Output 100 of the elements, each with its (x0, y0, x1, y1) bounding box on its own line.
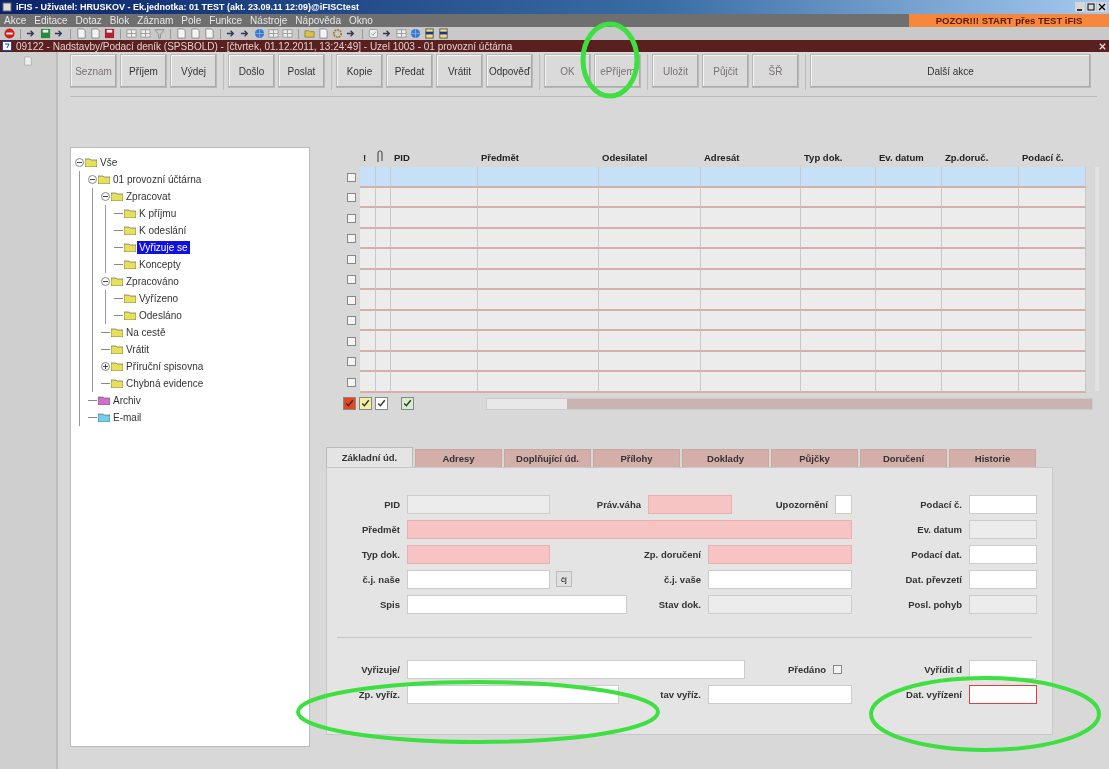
table-cell[interactable] (701, 290, 801, 311)
table-cell[interactable] (376, 208, 391, 229)
table-cell[interactable] (701, 187, 801, 208)
table-cell[interactable] (360, 351, 376, 372)
input-field[interactable] (407, 659, 745, 679)
scroll-bar[interactable] (486, 397, 1093, 410)
table-cell[interactable] (942, 331, 1019, 352)
table-cell[interactable] (1019, 269, 1086, 290)
table-cell[interactable] (391, 187, 478, 208)
table-cell[interactable] (376, 310, 391, 331)
tab[interactable]: Historie (949, 448, 1036, 467)
tree-item[interactable]: Vyřízeno (137, 292, 181, 305)
tab[interactable]: Doručení (860, 448, 947, 467)
table-cell[interactable] (942, 249, 1019, 270)
table-cell[interactable] (876, 331, 942, 352)
action-button[interactable]: Výdej (170, 54, 217, 88)
table-cell[interactable] (1019, 372, 1086, 393)
tree-item[interactable]: Zpracovat (124, 190, 173, 203)
table-cell[interactable] (376, 187, 391, 208)
table-cell[interactable] (360, 208, 376, 229)
table-cell[interactable] (876, 372, 942, 393)
tree-item[interactable]: Zpracováno (124, 275, 181, 288)
arrow-icon[interactable] (26, 28, 37, 39)
table-cell[interactable] (801, 249, 876, 270)
table-cell[interactable] (942, 187, 1019, 208)
maximize-icon[interactable] (1086, 2, 1096, 12)
table-cell[interactable] (599, 187, 701, 208)
table-cell[interactable] (376, 331, 391, 352)
tree-item[interactable]: Odesláno (137, 309, 184, 322)
menu-item[interactable]: Pole (177, 15, 206, 26)
row-checkbox[interactable] (347, 234, 356, 244)
input-field[interactable] (835, 494, 852, 514)
table-cell[interactable] (1019, 290, 1086, 311)
table-cell[interactable] (376, 249, 391, 270)
tree-item[interactable]: Vyřizuje se (137, 241, 190, 254)
row-checkbox[interactable] (347, 336, 356, 346)
table-cell[interactable] (478, 208, 599, 229)
table-cell[interactable] (701, 372, 801, 393)
menu-item[interactable]: Okno (344, 15, 377, 26)
close-icon[interactable] (1097, 2, 1107, 12)
action-button[interactable]: Kopie (336, 54, 383, 88)
row-checkbox[interactable] (347, 377, 356, 387)
row-checkbox[interactable] (347, 316, 356, 326)
table-cell[interactable] (478, 351, 599, 372)
table-cell[interactable] (876, 167, 942, 188)
tree-item[interactable]: Příruční spisovna (124, 360, 206, 373)
row-checkbox[interactable] (347, 193, 356, 203)
input-field[interactable] (708, 569, 852, 589)
table-cell[interactable] (391, 310, 478, 331)
table-cell[interactable] (360, 269, 376, 290)
table-cell[interactable] (701, 208, 801, 229)
input-field[interactable] (969, 569, 1037, 589)
table-cell[interactable] (376, 228, 391, 249)
table-cell[interactable] (599, 331, 701, 352)
action-button[interactable]: Vrátit (436, 54, 483, 88)
table-cell[interactable] (1019, 167, 1086, 188)
table-cell[interactable] (391, 249, 478, 270)
color-checkbox[interactable] (359, 397, 372, 410)
table-cell[interactable] (391, 351, 478, 372)
table-cell[interactable] (876, 310, 942, 331)
menu-item[interactable]: Funkce (205, 15, 247, 26)
table-cell[interactable] (360, 249, 376, 270)
checkbox-icon[interactable] (368, 28, 379, 39)
tree-item[interactable]: Na cestě (124, 326, 168, 339)
table-cell[interactable] (801, 290, 876, 311)
table-cell[interactable] (801, 167, 876, 188)
arrow-icon[interactable] (346, 28, 357, 39)
tree-item[interactable]: Vše (98, 156, 120, 169)
minimize-icon[interactable] (1075, 2, 1085, 12)
table-cell[interactable] (360, 331, 376, 352)
table-cell[interactable] (1019, 187, 1086, 208)
table-cell[interactable] (801, 372, 876, 393)
collapse-icon[interactable] (75, 158, 84, 167)
table-cell[interactable] (478, 331, 599, 352)
table-cell[interactable] (801, 351, 876, 372)
input-field[interactable] (407, 569, 550, 589)
tree-item[interactable]: Koncepty (137, 258, 183, 271)
menu-item[interactable]: Akce (0, 15, 31, 26)
table-cell[interactable] (391, 331, 478, 352)
row-checkbox[interactable] (347, 357, 356, 367)
table-cell[interactable] (942, 208, 1019, 229)
grid-icon[interactable] (140, 28, 151, 39)
tree-item[interactable]: Vrátit (124, 343, 151, 356)
table-cell[interactable] (942, 269, 1019, 290)
tab[interactable]: Doplňující úd. (504, 448, 591, 467)
table-cell[interactable] (599, 290, 701, 311)
row-checkbox[interactable] (347, 275, 356, 285)
table-cell[interactable] (599, 167, 701, 188)
action-button[interactable]: Odpověď (486, 54, 533, 88)
tree-item[interactable]: K odeslání (137, 224, 189, 237)
tab[interactable]: Půjčky (771, 448, 858, 467)
row-checkbox[interactable] (347, 295, 356, 305)
expand-icon[interactable] (101, 362, 110, 371)
tree-item[interactable]: Chybná evidence (124, 377, 206, 390)
table-cell[interactable] (876, 249, 942, 270)
table-cell[interactable] (599, 372, 701, 393)
table-cell[interactable] (701, 310, 801, 331)
table-cell[interactable] (801, 269, 876, 290)
table-cell[interactable] (942, 372, 1019, 393)
input-field[interactable] (708, 544, 852, 564)
